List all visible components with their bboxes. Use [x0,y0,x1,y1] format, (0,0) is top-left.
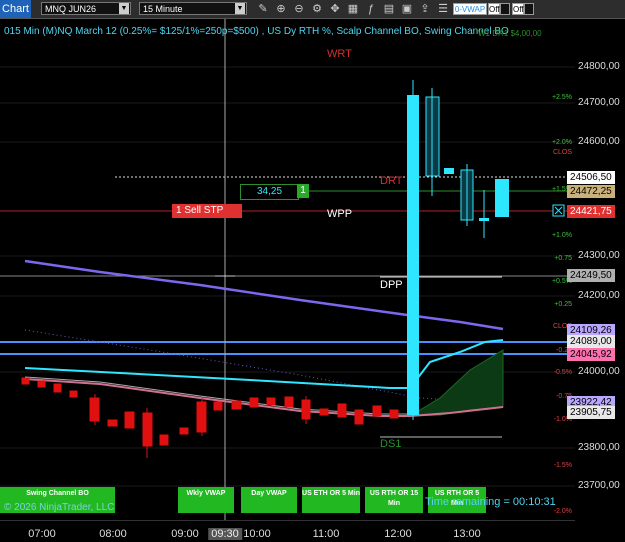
chart-menu-button[interactable]: Chart [0,0,31,18]
properties-icon[interactable]: ⚙ [310,2,324,16]
level-wpp: WPP [327,208,353,220]
order-price-box[interactable]: 34,25 [240,184,299,200]
button-label: Day VWAP [251,490,287,497]
price-tick: 24700,00 [578,97,620,108]
price-tick: 24800,00 [578,61,620,72]
sell-stop-order-button[interactable]: 1 Sell STP [172,204,242,218]
instrument-selector[interactable]: MNQ JUN26 ▼ [41,2,131,15]
toolbar: Chart MNQ JUN26 ▼ 15 Minute ▼ ✎ ⊕ ⊖ ⚙ ✥ … [0,0,625,19]
zoom-in-icon[interactable]: ⊕ [274,2,288,16]
price-tag-sell-stop: 24421,75 [567,205,615,218]
chevron-down-icon: ▼ [235,3,245,14]
indicator-button-day-vwap[interactable]: Day VWAP [241,487,297,513]
price-tick: 24300,00 [578,250,620,261]
candles-down [21,377,399,447]
price-tick: 24600,00 [578,136,620,147]
time-tick: 08:00 [99,528,127,540]
copyright-text: © 2026 NinjaTrader, LLC [4,502,115,513]
price-tick: 24000,00 [578,366,620,377]
toggle-off-2[interactable]: Off [512,3,524,15]
time-tick: 07:00 [28,528,56,540]
crosshair-icon[interactable]: ✥ [328,2,342,16]
toggle-switch-1[interactable] [500,3,510,15]
toggle-switch-2[interactable] [524,3,534,15]
order-qty-box[interactable]: 1 [297,184,309,198]
level-right-note: W1 DR1 $4,00,00 [478,29,542,38]
button-label: Swing Channel BO [26,490,89,497]
zoom-out-icon[interactable]: ⊖ [292,2,306,16]
price-tag-drt: 24472,25 [567,185,615,198]
data-box-icon[interactable]: ▣ [400,2,414,16]
price-tag-pink: 24045,92 [567,348,615,361]
chevron-down-icon: ▼ [119,3,129,14]
indicator-button-wkly-vwap[interactable]: Wkly VWAP [178,487,234,513]
time-remaining: Time remaining = 00:10:31 [425,496,556,508]
time-axis[interactable]: 07:00 08:00 09:00 09:30 10:00 11:00 12:0… [0,520,575,542]
strategies-icon[interactable]: ▦ [346,2,360,16]
button-label: US ETH OR 5 Min [302,490,360,497]
vwap-toggle[interactable]: 0-VWAP [453,3,487,15]
share-icon[interactable]: ⇪ [418,2,432,16]
price-tag-dpp: 24249,50 [567,269,615,282]
price-tick: 23700,00 [578,480,620,491]
price-tag-last: 24506,50 [567,171,615,184]
price-tag-low: 23905,75 [567,406,615,419]
level-drt: DRT [380,175,403,187]
pct-label: CLOS [552,149,572,156]
pct-label: -1.5% [553,462,572,469]
price-tick: 23800,00 [578,442,620,453]
interval-value: 15 Minute [143,4,183,14]
price-tag-level: 24089,00 [567,335,615,348]
time-tick: 11:00 [312,528,340,540]
pct-label: +1.0% [551,232,572,239]
instrument-value: MNQ JUN26 [45,4,97,14]
time-tick: 12:00 [384,528,412,540]
indicators-icon[interactable]: ƒ [364,2,378,16]
pct-label: +0.75 [554,255,572,262]
level-ds1: DS1 [380,438,402,450]
indicator-button-us-rth-or-15[interactable]: US RTH OR 15 Min [365,487,423,513]
level-wrt: WRT [327,48,352,60]
level-dpp: DPP [380,279,403,291]
more-icon[interactable]: ☰ [436,2,450,16]
time-tick: 09:00 [171,528,199,540]
price-tick: 24200,00 [578,290,620,301]
time-tick: 10:00 [243,528,271,540]
pct-label: +0.25 [554,301,572,308]
pct-label: +2.0% [551,139,572,146]
button-label: US RTH OR 15 Min [369,490,419,507]
time-tick-crosshair: 09:30 [208,528,242,540]
chart-title: 015 Min (M)NQ March 12 (0.25%= $125/1%=2… [4,26,509,37]
indicator-button-us-eth-or[interactable]: US ETH OR 5 Min [302,487,360,513]
draw-tool-icon[interactable]: ✎ [256,2,270,16]
button-label: Wkly VWAP [186,490,226,497]
toggle-off-1[interactable]: Off [488,3,500,15]
price-chart[interactable] [0,19,575,520]
interval-selector[interactable]: 15 Minute ▼ [139,2,247,15]
time-tick: 13:00 [453,528,481,540]
pct-label: -0.5% [553,369,572,376]
pct-label: +2.5% [551,94,572,101]
pct-label: -2.0% [553,508,572,515]
templates-icon[interactable]: ▤ [382,2,396,16]
